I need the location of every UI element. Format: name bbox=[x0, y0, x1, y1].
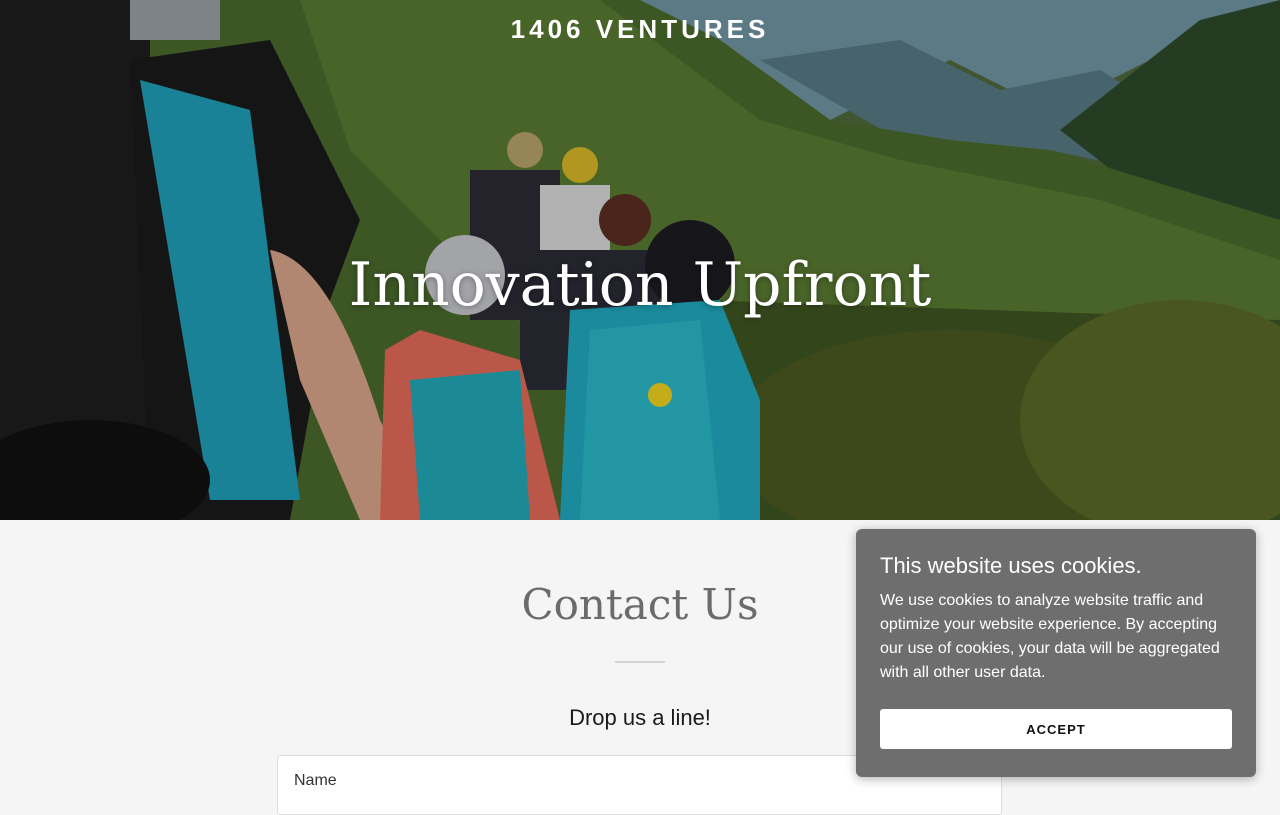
accept-cookies-button[interactable]: ACCEPT bbox=[880, 709, 1232, 749]
hero-headline: Innovation Upfront bbox=[348, 250, 932, 320]
cookie-banner-body: We use cookies to analyze website traffi… bbox=[880, 592, 1220, 681]
cookie-banner-title: This website uses cookies. bbox=[880, 553, 1142, 578]
site-brand[interactable]: 1406 VENTURES bbox=[0, 14, 1280, 45]
title-divider bbox=[615, 661, 665, 663]
name-field-label: Name bbox=[294, 772, 337, 789]
hero-section: 1406 VENTURES Innovation Upfront bbox=[0, 0, 1280, 520]
cookie-banner: This website uses cookies. We use cookie… bbox=[856, 529, 1256, 777]
